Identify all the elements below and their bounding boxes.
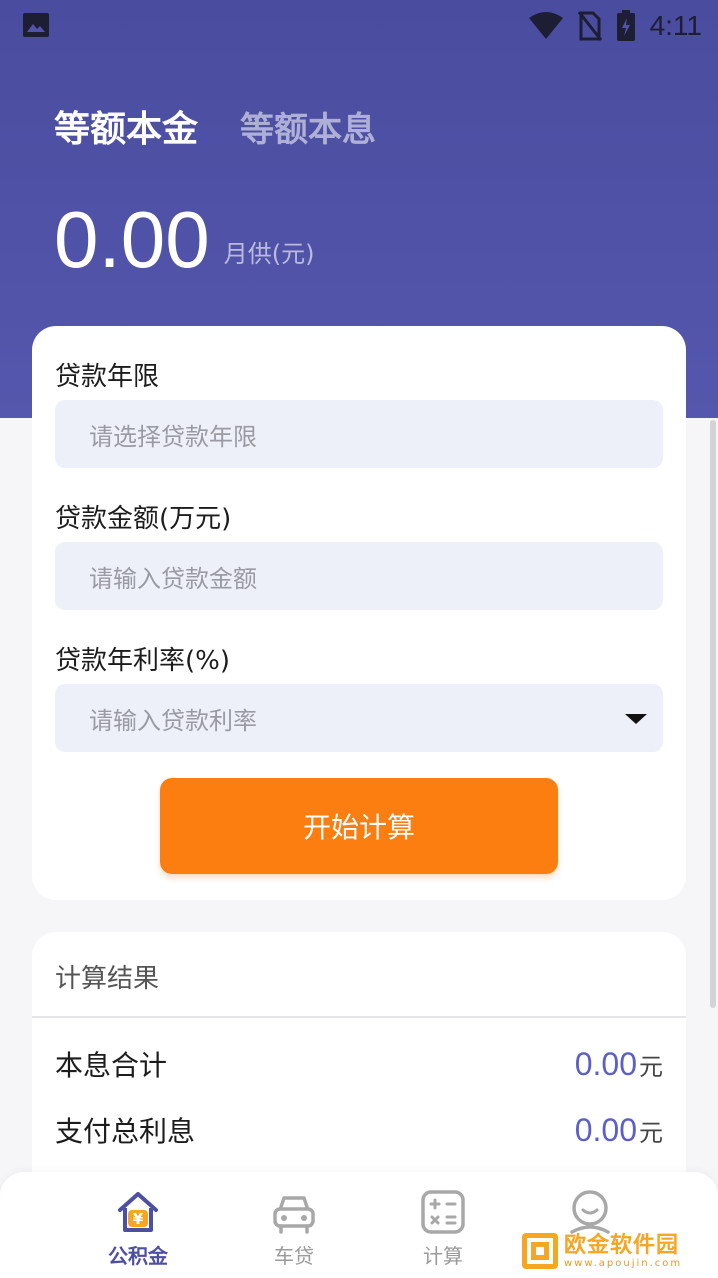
wifi-icon xyxy=(528,12,563,39)
method-tabs: 等额本金 等额本息 xyxy=(54,100,418,152)
battery-charging-icon xyxy=(616,10,635,41)
calculator-icon xyxy=(421,1190,465,1234)
monthly-payment: 0.00 月供(元) xyxy=(54,195,314,285)
nav-item-calculator[interactable]: 计算 xyxy=(383,1188,503,1269)
watermark-sub-text: www.apoujin.com xyxy=(564,1257,683,1269)
nav-item-car-loan[interactable]: 车贷 xyxy=(234,1188,354,1269)
loan-term-placeholder: 请选择贷款年限 xyxy=(89,422,257,451)
result-interest-value-group: 0.00元 xyxy=(575,1112,663,1149)
watermark-logo-icon xyxy=(522,1233,558,1269)
scrollbar[interactable] xyxy=(710,420,716,1008)
loan-amount-label: 贷款金额(万元) xyxy=(55,504,232,534)
image-notification-icon xyxy=(23,13,49,37)
result-row-total: 本息合计 0.00元 xyxy=(55,1044,663,1084)
house-yen-icon: ¥ xyxy=(118,1192,158,1232)
loan-amount-placeholder: 请输入贷款金额 xyxy=(89,564,257,593)
loan-rate-label: 贷款年利率(%) xyxy=(55,646,230,676)
loan-term-label: 贷款年限 xyxy=(55,362,160,392)
result-interest-label: 支付总利息 xyxy=(55,1115,196,1148)
start-calculate-button[interactable]: 开始计算 xyxy=(160,778,558,874)
result-interest-value: 0.00 xyxy=(574,1112,637,1148)
result-total-unit: 元 xyxy=(639,1053,663,1081)
monthly-payment-amount: 0.00 xyxy=(54,195,210,284)
loan-rate-input[interactable]: 请输入贷款利率 xyxy=(55,684,663,752)
loan-amount-input[interactable]: 请输入贷款金额 xyxy=(55,542,663,610)
status-time: 4:11 xyxy=(649,10,702,41)
monthly-payment-unit: 月供(元) xyxy=(223,240,315,268)
loan-form-card: 贷款年限 请选择贷款年限 贷款金额(万元) 请输入贷款金额 贷款年利率(%) 请… xyxy=(32,326,686,900)
result-total-value-group: 0.00元 xyxy=(575,1046,663,1083)
watermark: 欧金软件园 www.apoujin.com xyxy=(520,1228,712,1274)
car-icon xyxy=(273,1196,315,1234)
tab-equal-principal[interactable]: 等额本金 xyxy=(54,100,198,152)
loan-term-select[interactable]: 请选择贷款年限 xyxy=(55,400,663,468)
result-divider xyxy=(32,1016,686,1018)
nav-item-provident-fund[interactable]: ¥ 公积金 xyxy=(78,1188,198,1269)
status-bar: 4:11 xyxy=(0,0,718,50)
nav-label-provident-fund: 公积金 xyxy=(108,1244,168,1268)
loan-rate-placeholder: 请输入贷款利率 xyxy=(89,706,257,735)
result-total-label: 本息合计 xyxy=(55,1049,168,1082)
nav-label-calculator: 计算 xyxy=(423,1244,463,1268)
result-title: 计算结果 xyxy=(55,964,160,994)
watermark-text: 欧金软件园 www.apoujin.com xyxy=(564,1232,683,1269)
dropdown-arrow-icon[interactable] xyxy=(625,714,647,724)
nav-label-car-loan: 车贷 xyxy=(274,1244,314,1268)
svg-text:¥: ¥ xyxy=(133,1210,144,1228)
tab-equal-installment[interactable]: 等额本息 xyxy=(240,102,376,151)
result-total-value: 0.00 xyxy=(574,1046,637,1082)
result-row-interest: 支付总利息 0.00元 xyxy=(55,1110,663,1150)
watermark-main-text: 欧金软件园 xyxy=(564,1232,680,1258)
result-interest-unit: 元 xyxy=(639,1119,663,1147)
no-sim-icon xyxy=(577,11,602,41)
